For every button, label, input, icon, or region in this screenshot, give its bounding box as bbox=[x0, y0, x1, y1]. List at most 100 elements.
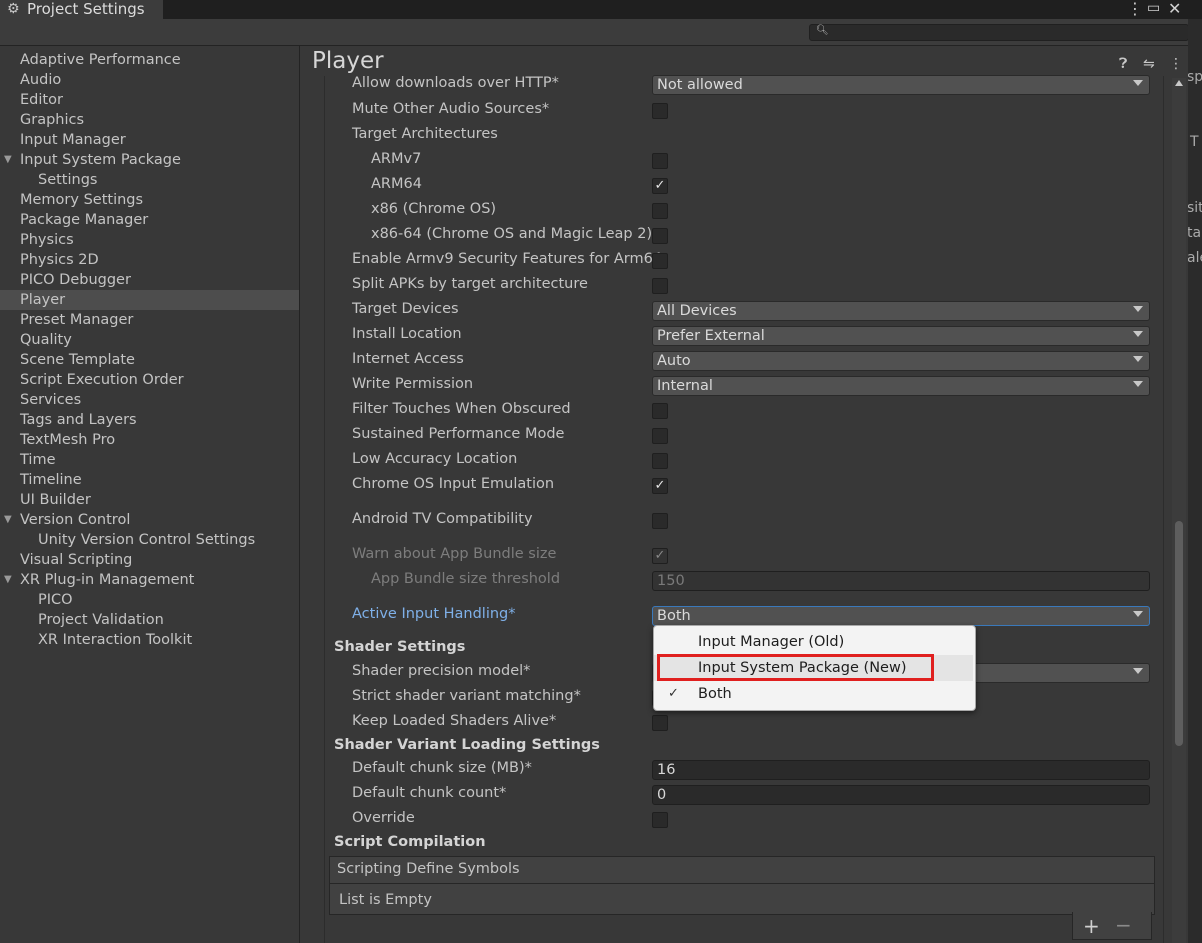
sidebar-item-audio[interactable]: Audio bbox=[0, 70, 299, 90]
gear-icon: ⚙ bbox=[7, 1, 20, 17]
dropdown-allow-downloads-over-http[interactable]: Not allowed bbox=[652, 75, 1150, 95]
sidebar-item-package-manager[interactable]: Package Manager bbox=[0, 210, 299, 230]
menu-option-label: Input Manager (Old) bbox=[698, 634, 845, 650]
label-internet-access: Internet Access bbox=[352, 351, 464, 367]
close-icon[interactable]: ✕ bbox=[1168, 0, 1181, 18]
checkbox-x86-chrome-os[interactable] bbox=[652, 203, 668, 219]
label-filter-touches-when-obscured: Filter Touches When Obscured bbox=[352, 401, 571, 417]
field-value: 16 bbox=[657, 762, 676, 778]
scrollbar-thumb[interactable] bbox=[1175, 521, 1183, 746]
sidebar-item-services[interactable]: Services bbox=[0, 390, 299, 410]
field-value: 0 bbox=[657, 787, 667, 803]
more-vert-icon[interactable]: ⋮ bbox=[1127, 0, 1143, 18]
chevron-down-icon bbox=[1133, 306, 1143, 312]
window-tab[interactable]: ⚙ Project Settings bbox=[0, 0, 163, 19]
expand-triangle-icon[interactable]: ▼ bbox=[4, 570, 12, 590]
sidebar-item-player[interactable]: Player bbox=[0, 290, 299, 310]
list-empty-label: List is Empty bbox=[339, 892, 432, 908]
sidebar-item-script-execution-order[interactable]: Script Execution Order bbox=[0, 370, 299, 390]
sidebar-item-tags-and-layers[interactable]: Tags and Layers bbox=[0, 410, 299, 430]
sidebar-item-timeline[interactable]: Timeline bbox=[0, 470, 299, 490]
menu-option-input-manager-old[interactable]: Input Manager (Old) bbox=[654, 629, 973, 655]
checkbox-enable-armv9-security-features-for-arm64[interactable] bbox=[652, 253, 668, 269]
sidebar-item-quality[interactable]: Quality bbox=[0, 330, 299, 350]
dropdown-internet-access[interactable]: Auto bbox=[652, 351, 1150, 371]
label-enable-armv9-security-features-for-arm64: Enable Armv9 Security Features for Arm64 bbox=[352, 251, 663, 267]
field-default-chunk-size-mb[interactable]: 16 bbox=[652, 760, 1150, 780]
sidebar-item-label: Quality bbox=[20, 332, 72, 348]
sidebar-item-xr-plug-in-management[interactable]: ▼ XR Plug-in Management bbox=[0, 570, 299, 590]
field-app-bundle-size-threshold: 150 bbox=[652, 571, 1150, 591]
label-shader-precision-model: Shader precision model* bbox=[352, 663, 531, 679]
checkbox-override[interactable] bbox=[652, 812, 668, 828]
sidebar-item-graphics[interactable]: Graphics bbox=[0, 110, 299, 130]
sidebar-item-textmesh-pro[interactable]: TextMesh Pro bbox=[0, 430, 299, 450]
sidebar-item-physics[interactable]: Physics bbox=[0, 230, 299, 250]
sidebar-item-label: Adaptive Performance bbox=[20, 52, 181, 68]
sidebar-item-pico-debugger[interactable]: PICO Debugger bbox=[0, 270, 299, 290]
field-default-chunk-count[interactable]: 0 bbox=[652, 785, 1150, 805]
sidebar-item-ui-builder[interactable]: UI Builder bbox=[0, 490, 299, 510]
sidebar-item-label: Player bbox=[20, 292, 66, 308]
checkbox-arm64[interactable]: ✓ bbox=[652, 178, 668, 194]
checkbox-x86-64-chrome-os-and-magic-leap-2[interactable] bbox=[652, 228, 668, 244]
sidebar-item-settings[interactable]: Settings bbox=[0, 170, 299, 190]
dropdown-active-input-handling[interactable]: Both bbox=[652, 606, 1150, 626]
label-allow-downloads-over-http: Allow downloads over HTTP* bbox=[352, 75, 559, 91]
search-input[interactable]: 🔍︎ bbox=[809, 24, 1189, 41]
checkbox-sustained-performance-mode[interactable] bbox=[652, 428, 668, 444]
sidebar-item-input-manager[interactable]: Input Manager bbox=[0, 130, 299, 150]
label-default-chunk-size-mb: Default chunk size (MB)* bbox=[352, 760, 532, 776]
expand-triangle-icon[interactable]: ▼ bbox=[4, 510, 12, 530]
scroll-up-arrow-icon[interactable] bbox=[1175, 80, 1183, 86]
dropdown-value: Prefer External bbox=[657, 328, 765, 344]
checkbox-split-apks-by-target-architecture[interactable] bbox=[652, 278, 668, 294]
checkbox-low-accuracy-location[interactable] bbox=[652, 453, 668, 469]
settings-main-panel: Player ❓︎ ⇋ ⋮ Scripting Define Symbols L… bbox=[300, 46, 1188, 943]
adjacent-window-strip: sp T sit ta ale bbox=[1188, 19, 1202, 943]
sidebar-item-unity-version-control-settings[interactable]: Unity Version Control Settings bbox=[0, 530, 299, 550]
sidebar-item-adaptive-performance[interactable]: Adaptive Performance bbox=[0, 50, 299, 70]
sidebar-item-editor[interactable]: Editor bbox=[0, 90, 299, 110]
toolbar: 🔍︎ bbox=[0, 19, 1189, 46]
dropdown-value: Not allowed bbox=[657, 77, 743, 93]
sidebar-item-version-control[interactable]: ▼ Version Control bbox=[0, 510, 299, 530]
settings-preset-icon[interactable]: ⇋ bbox=[1143, 56, 1155, 72]
dropdown-target-devices[interactable]: All Devices bbox=[652, 301, 1150, 321]
maximize-icon[interactable]: ▭ bbox=[1147, 0, 1160, 16]
add-button[interactable]: + bbox=[1083, 914, 1100, 938]
sidebar-item-label: Services bbox=[20, 392, 82, 408]
checkbox-android-tv-compatibility[interactable] bbox=[652, 513, 668, 529]
label-x86-64-chrome-os-and-magic-leap-2: x86-64 (Chrome OS and Magic Leap 2) bbox=[371, 226, 653, 242]
sidebar-item-preset-manager[interactable]: Preset Manager bbox=[0, 310, 299, 330]
dropdown-install-location[interactable]: Prefer External bbox=[652, 326, 1150, 346]
checkbox-mute-other-audio-sources[interactable] bbox=[652, 103, 668, 119]
menu-option-label: Both bbox=[698, 686, 732, 702]
sidebar-item-input-system-package[interactable]: ▼ Input System Package bbox=[0, 150, 299, 170]
checkbox-keep-loaded-shaders-alive[interactable] bbox=[652, 715, 668, 731]
remove-button[interactable]: − bbox=[1115, 913, 1132, 937]
vertical-scrollbar[interactable] bbox=[1172, 78, 1186, 943]
more-icon[interactable]: ⋮ bbox=[1169, 56, 1183, 72]
sidebar-item-physics-2d[interactable]: Physics 2D bbox=[0, 250, 299, 270]
label-low-accuracy-location: Low Accuracy Location bbox=[352, 451, 518, 467]
sidebar-item-xr-interaction-toolkit[interactable]: XR Interaction Toolkit bbox=[0, 630, 299, 650]
label-warn-about-app-bundle-size: Warn about App Bundle size bbox=[352, 546, 557, 562]
checkbox-armv7[interactable] bbox=[652, 153, 668, 169]
menu-option-both[interactable]: ✓ Both bbox=[654, 681, 973, 707]
checkbox-filter-touches-when-obscured[interactable] bbox=[652, 403, 668, 419]
help-icon[interactable]: ❓︎ bbox=[1119, 56, 1127, 72]
sidebar-item-label: PICO bbox=[38, 592, 73, 608]
sidebar-item-pico[interactable]: PICO bbox=[0, 590, 299, 610]
sidebar-item-project-validation[interactable]: Project Validation bbox=[0, 610, 299, 630]
expand-triangle-icon[interactable]: ▼ bbox=[4, 150, 12, 170]
sidebar-item-memory-settings[interactable]: Memory Settings bbox=[0, 190, 299, 210]
sidebar-item-label: Visual Scripting bbox=[20, 552, 133, 568]
checkbox-chrome-os-input-emulation[interactable]: ✓ bbox=[652, 478, 668, 494]
sidebar-item-time[interactable]: Time bbox=[0, 450, 299, 470]
list-header[interactable]: Scripting Define Symbols bbox=[330, 857, 1154, 884]
sidebar-item-visual-scripting[interactable]: Visual Scripting bbox=[0, 550, 299, 570]
fragment-text: sp bbox=[1188, 69, 1202, 85]
dropdown-write-permission[interactable]: Internal bbox=[652, 376, 1150, 396]
sidebar-item-scene-template[interactable]: Scene Template bbox=[0, 350, 299, 370]
